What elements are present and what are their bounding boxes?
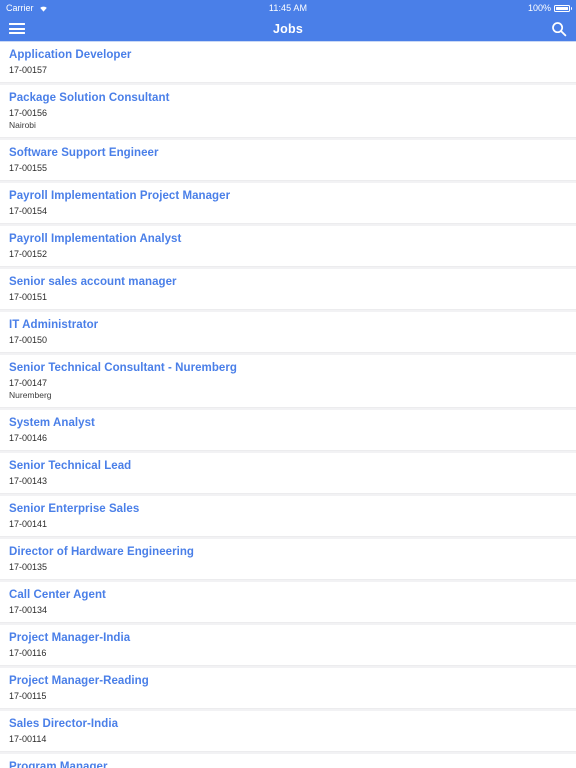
job-title: Application Developer bbox=[9, 49, 132, 61]
job-title: Project Manager-India bbox=[9, 632, 131, 644]
job-id: 17-00146 bbox=[9, 433, 48, 443]
job-list-item[interactable]: Software Support Engineer 17-00155 bbox=[0, 140, 576, 181]
job-id: 17-00156 bbox=[9, 108, 48, 118]
job-title: Senior Technical Consultant - Nuremberg bbox=[9, 362, 237, 374]
job-id: 17-00134 bbox=[9, 605, 48, 615]
job-title: System Analyst bbox=[9, 417, 95, 429]
job-list-item[interactable]: Payroll Implementation Analyst 17-00152 bbox=[0, 226, 576, 267]
job-list-item[interactable]: Director of Hardware Engineering 17-00135 bbox=[0, 539, 576, 580]
job-title: Call Center Agent bbox=[9, 589, 106, 601]
job-title: Senior Technical Lead bbox=[9, 460, 132, 472]
job-list-item[interactable]: Call Center Agent 17-00134 bbox=[0, 582, 576, 623]
job-id: 17-00135 bbox=[9, 562, 48, 572]
hamburger-menu-icon[interactable] bbox=[9, 23, 25, 34]
job-title: Program Manager bbox=[9, 761, 108, 768]
search-icon[interactable] bbox=[551, 21, 567, 37]
status-bar-time: 11:45 AM bbox=[268, 3, 308, 13]
battery-full-icon bbox=[554, 4, 572, 12]
job-title: Sales Director-India bbox=[9, 718, 119, 730]
job-list-item[interactable]: Package Solution Consultant 17-00156 Nairo… bbox=[0, 85, 576, 138]
job-id: 17-00152 bbox=[9, 249, 48, 259]
nav-bar: Jobs bbox=[0, 16, 576, 42]
job-list-item[interactable]: Application Developer 17-00157 bbox=[0, 42, 576, 83]
job-id: 17-00151 bbox=[9, 292, 48, 302]
job-list-item[interactable]: IT Administrator 17-00150 bbox=[0, 312, 576, 353]
job-id: 17-00157 bbox=[9, 65, 48, 75]
job-id: 17-00154 bbox=[9, 206, 48, 216]
job-id: 17-00147 bbox=[9, 378, 48, 388]
job-list-item[interactable]: Senior Enterprise Sales 17-00141 bbox=[0, 496, 576, 537]
job-title: Package Solution Consultant bbox=[9, 92, 170, 104]
jobs-app-screen: Carrier 11:45 AM 100% Jobs Application D… bbox=[0, 0, 576, 768]
job-list-item[interactable]: Payroll Implementation Project Manager 17… bbox=[0, 183, 576, 224]
job-id: 17-00116 bbox=[9, 648, 47, 658]
job-id: 17-00155 bbox=[9, 163, 48, 173]
job-list-item[interactable]: System Analyst 17-00146 bbox=[0, 410, 576, 451]
job-id: 17-00115 bbox=[9, 691, 47, 701]
job-id: 17-00143 bbox=[9, 476, 48, 486]
page-title: Jobs bbox=[273, 21, 303, 36]
job-title: Senior Enterprise Sales bbox=[9, 503, 140, 515]
job-list-item[interactable]: Sales Director-India 17-00114 bbox=[0, 711, 576, 752]
job-list-item[interactable]: Senior Technical Consultant - Nuremberg 1… bbox=[0, 355, 576, 408]
job-title: IT Administrator bbox=[9, 319, 99, 331]
job-list-item[interactable]: Project Manager-India 17-00116 bbox=[0, 625, 576, 666]
job-title: Project Manager-Reading bbox=[9, 675, 149, 687]
job-id: 17-00150 bbox=[9, 335, 48, 345]
job-list-item[interactable]: Senior sales account manager 17-00151 bbox=[0, 269, 576, 310]
job-title: Director of Hardware Engineering bbox=[9, 546, 194, 558]
job-title: Software Support Engineer bbox=[9, 147, 159, 159]
job-title: Payroll Implementation Analyst bbox=[9, 233, 182, 245]
job-list-item[interactable]: Program Manager17-00109 bbox=[0, 754, 576, 768]
jobs-list[interactable]: Application Developer 17-00157 Package Sol… bbox=[0, 42, 576, 768]
job-location: Nuremberg bbox=[9, 390, 52, 400]
job-title: Senior sales account manager bbox=[9, 276, 177, 288]
status-bar: Carrier 11:45 AM 100% bbox=[0, 0, 576, 16]
job-location: Nairobi bbox=[9, 120, 36, 130]
job-title: Payroll Implementation Project Manager bbox=[9, 190, 231, 202]
job-id: 17-00141 bbox=[9, 519, 48, 529]
job-id: 17-00114 bbox=[9, 734, 47, 744]
job-list-item[interactable]: Project Manager-Reading 17-00115 bbox=[0, 668, 576, 709]
status-bar-right: 100% bbox=[527, 3, 572, 13]
battery-percent-label: 100% bbox=[527, 3, 551, 13]
job-list-item[interactable]: Senior Technical Lead 17-00143 bbox=[0, 453, 576, 494]
